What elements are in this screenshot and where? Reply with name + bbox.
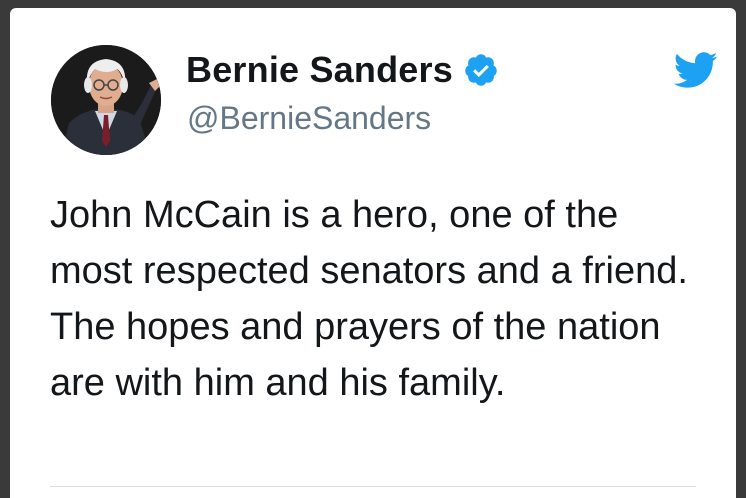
display-name[interactable]: Bernie Sanders <box>186 48 453 92</box>
tweet-card: Bernie Sanders @BernieSanders John McCai… <box>10 8 736 498</box>
verified-badge-icon <box>463 52 499 88</box>
avatar-photo <box>51 45 161 155</box>
twitter-bird-icon[interactable] <box>672 50 718 90</box>
user-handle[interactable]: @BernieSanders <box>187 98 431 138</box>
name-row: Bernie Sanders <box>186 48 499 92</box>
avatar[interactable] <box>51 45 161 155</box>
tweet-text: John McCain is a hero, one of the most r… <box>50 194 688 404</box>
divider <box>50 486 696 487</box>
